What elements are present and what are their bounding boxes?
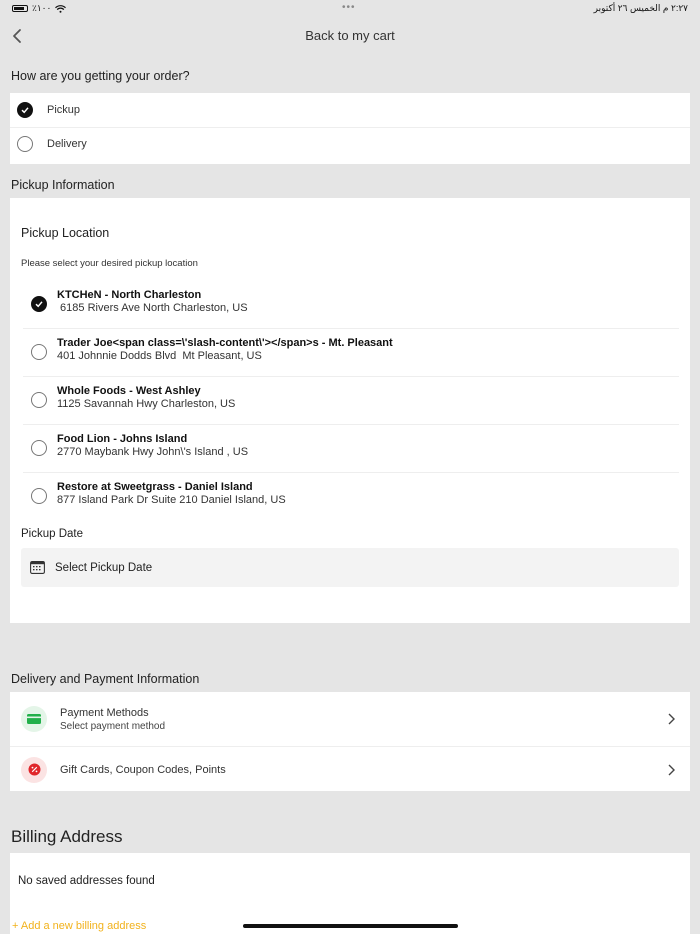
location-name: KTCHeN - North Charleston: [57, 289, 202, 301]
location-address: 877 Island Park Dr Suite 210 Daniel Isla…: [57, 494, 286, 506]
delivery-option[interactable]: Delivery: [10, 129, 690, 158]
credit-card-icon: [21, 706, 47, 732]
no-addresses-text: No saved addresses found: [18, 875, 155, 887]
billing-address-title: Billing Address: [11, 827, 123, 846]
chevron-right-icon: [668, 713, 675, 725]
location-radio[interactable]: [31, 440, 47, 456]
location-radio[interactable]: [31, 488, 47, 504]
location-address: 6185 Rivers Ave North Charleston, US: [57, 302, 248, 314]
location-address: 2770 Maybank Hwy John\'s Island , US: [57, 446, 249, 458]
pickup-label: Pickup: [47, 104, 81, 116]
status-left: ٪١٠٠: [12, 3, 67, 14]
location-option[interactable]: KTCHeN - North Charleston 6185 Rivers Av…: [23, 281, 679, 329]
check-icon: [35, 301, 43, 308]
delivery-payment-title: Delivery and Payment Information: [11, 672, 200, 686]
gift-cards-title: Gift Cards, Coupon Codes, Points: [60, 763, 226, 776]
payment-methods-title: Payment Methods: [60, 706, 149, 719]
location-radio[interactable]: [31, 392, 47, 408]
status-bar: ٪١٠٠ ••• ٢:٢٧ م الخميس ٢٦ أكتوبر: [0, 0, 700, 18]
location-radio[interactable]: [31, 344, 47, 360]
pickup-location-title: Pickup Location: [21, 226, 110, 240]
nav-title[interactable]: Back to my cart: [0, 28, 700, 43]
add-billing-address-link[interactable]: + Add a new billing address: [12, 920, 146, 932]
order-method-card: Pickup Delivery: [10, 93, 690, 164]
nav-bar: Back to my cart: [0, 22, 700, 50]
location-radio[interactable]: [31, 296, 47, 312]
payment-methods-subtitle: Select payment method: [60, 720, 166, 732]
location-name: Food Lion - Johns Island: [57, 433, 188, 445]
chevron-right-icon: [668, 764, 675, 775]
pickup-date-title: Pickup Date: [21, 528, 84, 540]
delivery-radio[interactable]: [17, 135, 33, 152]
wifi-icon: [55, 4, 67, 13]
pickup-date-picker[interactable]: Select Pickup Date: [21, 548, 679, 587]
order-method-title: How are you getting your order?: [11, 69, 190, 83]
pickup-date-placeholder: Select Pickup Date: [55, 561, 153, 574]
multitask-dots[interactable]: •••: [342, 2, 356, 13]
payment-methods-row[interactable]: Payment Methods Select payment method: [10, 692, 690, 747]
location-option[interactable]: Trader Joe<span class=\'slash-content\'>…: [23, 329, 679, 377]
location-name: Trader Joe<span class=\'slash-content\'>…: [57, 337, 393, 349]
location-option[interactable]: Whole Foods - West Ashley 1125 Savannah …: [23, 377, 679, 425]
pickup-info-title: Pickup Information: [11, 178, 115, 192]
pickup-info-card: Pickup Location Please select your desir…: [10, 198, 690, 623]
delivery-payment-card: Payment Methods Select payment method Gi…: [10, 692, 690, 791]
battery-percent: ٪١٠٠: [32, 3, 52, 13]
location-name: Restore at Sweetgrass - Daniel Island: [57, 481, 253, 493]
gift-cards-row[interactable]: Gift Cards, Coupon Codes, Points: [10, 748, 690, 791]
status-time-date: ٢:٢٧ م الخميس ٢٦ أكتوبر: [593, 3, 688, 13]
pickup-location-hint: Please select your desired pickup locati…: [21, 258, 198, 269]
check-icon: [21, 107, 29, 114]
pickup-option[interactable]: Pickup: [10, 93, 690, 128]
calendar-icon: [30, 561, 45, 574]
location-address: 401 Johnnie Dodds Blvd Mt Pleasant, US: [57, 350, 262, 362]
location-address: 1125 Savannah Hwy Charleston, US: [57, 398, 236, 410]
location-option[interactable]: Restore at Sweetgrass - Daniel Island 87…: [23, 473, 679, 521]
delivery-label: Delivery: [47, 137, 87, 150]
location-name: Whole Foods - West Ashley: [57, 385, 201, 397]
pickup-radio[interactable]: [17, 102, 33, 118]
battery-icon: [12, 5, 28, 12]
home-indicator[interactable]: [243, 924, 458, 928]
location-option[interactable]: Food Lion - Johns Island 2770 Maybank Hw…: [23, 425, 679, 473]
coupon-icon: [21, 756, 47, 783]
